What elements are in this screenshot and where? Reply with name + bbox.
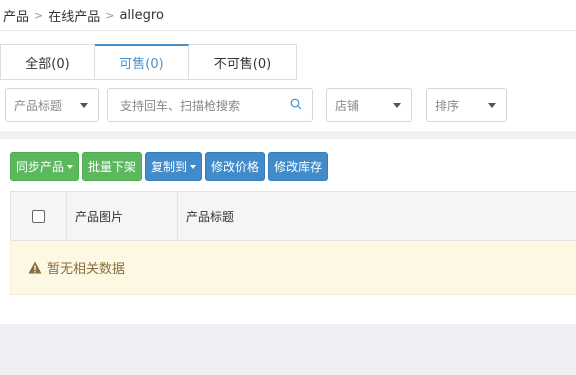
copy-to-button[interactable]: 复制到 bbox=[145, 152, 203, 181]
search-input[interactable]: 支持回车、扫描枪搜索 bbox=[107, 88, 313, 122]
sort-select[interactable]: 排序 bbox=[426, 88, 507, 122]
product-list-panel: 同步产品 批量下架 复制到 修改价格 修改库存 产品图片 产品标题 暂无相关数据 bbox=[0, 139, 576, 324]
chevron-down-icon bbox=[393, 103, 401, 108]
field-select[interactable]: 产品标题 bbox=[5, 88, 99, 122]
copy-to-label: 复制到 bbox=[151, 160, 188, 174]
shop-select-value: 店铺 bbox=[335, 98, 360, 113]
filter-bar: 产品标题 支持回车、扫描枪搜索 店铺 排序 bbox=[0, 88, 576, 122]
edit-price-label: 修改价格 bbox=[211, 160, 260, 174]
empty-state-text: 暂无相关数据 bbox=[47, 262, 126, 277]
caret-down-icon bbox=[67, 164, 74, 169]
breadcrumb-item-allegro: allegro bbox=[119, 7, 164, 23]
breadcrumb-item-products[interactable]: 产品 bbox=[3, 6, 29, 25]
column-header-title: 产品标题 bbox=[186, 209, 235, 224]
product-table: 产品图片 产品标题 暂无相关数据 bbox=[10, 191, 576, 295]
edit-price-button[interactable]: 修改价格 bbox=[205, 152, 266, 181]
sort-select-value: 排序 bbox=[435, 98, 460, 113]
warning-icon bbox=[28, 261, 42, 274]
table-header: 产品图片 产品标题 bbox=[10, 191, 576, 241]
filter-panel: 全部(0) 可售(0) 不可售(0) 产品标题 支持回车、扫描枪搜索 店铺 排序 bbox=[0, 30, 576, 131]
bulk-delist-label: 批量下架 bbox=[88, 160, 137, 174]
edit-stock-label: 修改库存 bbox=[274, 160, 323, 174]
shop-select[interactable]: 店铺 bbox=[326, 88, 412, 122]
status-tabs: 全部(0) 可售(0) 不可售(0) bbox=[0, 44, 297, 80]
select-all-cell bbox=[11, 192, 67, 240]
chevron-right-icon: > bbox=[34, 8, 44, 22]
sync-products-button[interactable]: 同步产品 bbox=[10, 152, 80, 181]
tab-unsellable[interactable]: 不可售(0) bbox=[189, 44, 297, 80]
empty-state: 暂无相关数据 bbox=[10, 241, 576, 295]
tab-sellable[interactable]: 可售(0) bbox=[95, 44, 189, 80]
action-toolbar: 同步产品 批量下架 复制到 修改价格 修改库存 bbox=[10, 152, 331, 181]
field-select-value: 产品标题 bbox=[14, 98, 63, 113]
edit-stock-button[interactable]: 修改库存 bbox=[268, 152, 329, 181]
tab-all[interactable]: 全部(0) bbox=[0, 44, 95, 80]
caret-down-icon bbox=[190, 164, 197, 169]
bulk-delist-button[interactable]: 批量下架 bbox=[82, 152, 143, 181]
chevron-right-icon: > bbox=[105, 8, 115, 22]
breadcrumb: 产品 > 在线产品 > allegro bbox=[0, 0, 576, 30]
chevron-down-icon bbox=[80, 103, 88, 108]
breadcrumb-item-online-products[interactable]: 在线产品 bbox=[48, 6, 100, 25]
column-header-image: 产品图片 bbox=[67, 192, 178, 240]
search-icon[interactable] bbox=[290, 98, 302, 110]
chevron-down-icon bbox=[488, 103, 496, 108]
select-all-checkbox[interactable] bbox=[32, 209, 45, 223]
search-placeholder: 支持回车、扫描枪搜索 bbox=[120, 98, 241, 113]
sync-products-label: 同步产品 bbox=[16, 160, 65, 174]
